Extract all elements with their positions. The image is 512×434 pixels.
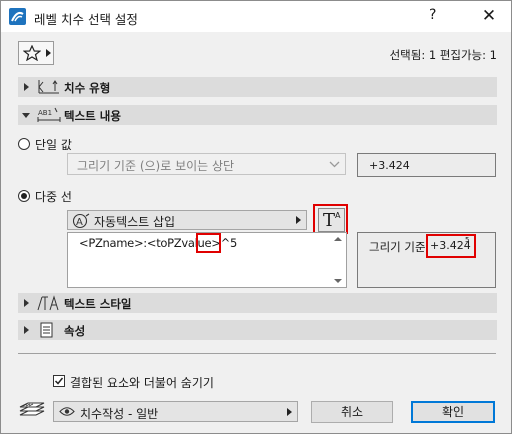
single-value-radio[interactable] [18, 138, 30, 150]
section-properties[interactable]: 속성 [18, 320, 497, 340]
archicad-app-icon [9, 8, 26, 25]
chevron-right-icon [296, 216, 301, 224]
eye-icon [59, 407, 75, 416]
multi-line-label: 다중 선 [35, 190, 72, 204]
single-value-label: 단일 값 [35, 138, 72, 152]
selection-info: 선택됨: 1 편집가능: 1 [389, 48, 497, 62]
scroll-up-icon[interactable] [334, 237, 342, 241]
dialog-window: 레벨 치수 선택 설정 ? ✕ 선택됨: 1 편집가능: 1 치수 유형 AB1… [0, 0, 512, 434]
vertical-scrollbar[interactable] [330, 233, 346, 287]
multi-line-preview: 그리기 기준 +3.424 5 [357, 232, 496, 288]
scroll-down-icon[interactable] [334, 279, 342, 283]
section-text-content[interactable]: AB1 텍스트 내용 [18, 105, 497, 125]
text-style-icon [37, 295, 59, 311]
text-style-button[interactable]: T A [318, 208, 345, 232]
autotext-icon: A [72, 213, 90, 229]
properties-icon [40, 322, 53, 338]
ok-button[interactable]: 확인 [411, 401, 495, 423]
layers-icon [19, 402, 45, 416]
chevron-right-icon [46, 49, 51, 57]
collapse-arrow-icon [22, 113, 30, 118]
help-button[interactable]: ? [429, 7, 436, 23]
svg-text:A: A [76, 217, 83, 228]
multi-line-radio[interactable] [18, 190, 30, 202]
cancel-button[interactable]: 취소 [311, 401, 393, 423]
expand-arrow-icon [24, 299, 29, 307]
section-label: 텍스트 스타일 [64, 297, 132, 311]
favorites-button[interactable] [18, 41, 54, 65]
multi-line-text-input[interactable]: <PZname>:<toPZvalue>^5 [67, 232, 347, 288]
svg-text:AB1: AB1 [38, 109, 52, 117]
layer-select[interactable]: 치수작성 - 일반 [53, 401, 298, 422]
expand-arrow-icon [24, 83, 29, 91]
section-text-style[interactable]: 텍스트 스타일 [18, 293, 497, 313]
close-button[interactable]: ✕ [475, 4, 503, 28]
checkmark-icon [54, 377, 64, 385]
single-value-combo: 그리기 기준 (으)로 보이는 상단 [67, 153, 346, 175]
hide-with-elements-checkbox[interactable] [53, 375, 65, 387]
expand-arrow-icon [24, 326, 29, 334]
chevron-right-icon [287, 408, 292, 416]
single-value-preview: +3.424 [357, 153, 496, 177]
chevron-down-icon [329, 161, 340, 168]
section-label: 속성 [64, 324, 86, 338]
star-icon [23, 45, 41, 61]
section-dimension-type[interactable]: 치수 유형 [18, 77, 497, 97]
hide-with-elements-label: 결합된 요소와 더불어 숨기기 [70, 376, 214, 390]
title-bar: 레벨 치수 선택 설정 ? ✕ [1, 1, 511, 32]
divider [18, 353, 496, 354]
dialog-title: 레벨 치수 선택 설정 [34, 12, 138, 27]
text-content-icon: AB1 [37, 107, 61, 122]
dimension-type-icon [38, 80, 59, 94]
insert-autotext-button[interactable]: A 자동텍스트 삽입 [67, 210, 307, 230]
section-label: 텍스트 내용 [64, 109, 121, 123]
section-label: 치수 유형 [64, 81, 111, 95]
